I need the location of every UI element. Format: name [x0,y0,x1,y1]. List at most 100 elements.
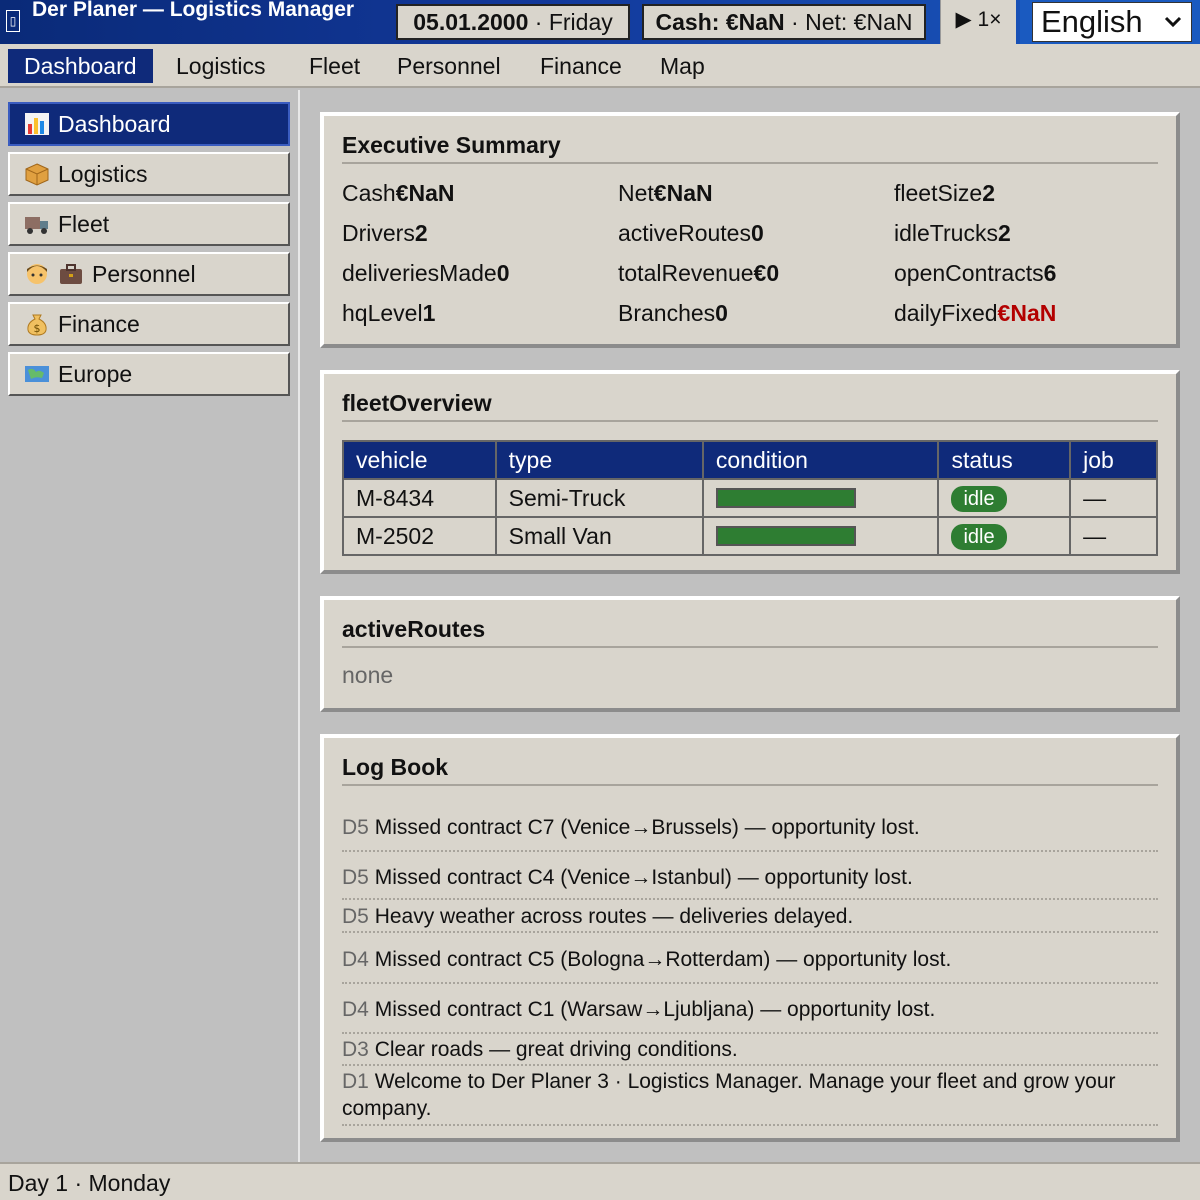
cell-vehicle: M-2502 [342,516,497,556]
sidebar-item-logistics[interactable]: Logistics [8,152,290,196]
sidebar-item-fleet[interactable]: Fleet [8,202,290,246]
column-header-status[interactable]: status [937,440,1072,480]
log-text: Missed contract C7 (Venice→Brussels) — o… [374,816,920,839]
status-badge: idle [951,486,1007,512]
log-day: D1 [342,1070,369,1093]
cash-value: Cash: €NaN [655,9,785,35]
sidebar-item-finance[interactable]: $ Finance [8,302,290,346]
table-header-row: vehicle type condition status job [342,440,1158,480]
log-entry: D4 Missed contract C5 (Bologna→Rotterdam… [342,946,1158,984]
weekday-value: Friday [548,9,613,35]
package-icon [25,163,49,186]
cell-type: Small Van [494,516,704,556]
language-select[interactable]: English [1032,2,1192,42]
log-text: Heavy weather across routes — deliveries… [374,905,854,928]
log-day: D3 [342,1038,369,1061]
stat-cash: Cash€NaN [342,180,455,206]
chevron-down-icon [1164,16,1182,28]
speed-button[interactable]: ▶ 1× [940,0,1016,44]
sidebar-item-label: Logistics [58,161,148,187]
stat-open-contracts: openContracts6 [894,260,1057,286]
menu-item-map[interactable]: Map [644,49,721,83]
chart-icon [25,113,49,135]
language-value: English [1041,4,1143,39]
cash-display: Cash: €NaN · Net: €NaN [642,4,926,40]
menu-item-dashboard[interactable]: Dashboard [8,49,153,83]
column-header-condition[interactable]: condition [701,440,940,480]
menu-item-finance[interactable]: Finance [524,49,638,83]
log-day: D5 [342,905,369,928]
panel-title: Log Book [342,752,1158,786]
condition-bar [715,526,856,546]
money-bag-icon: $ [27,314,47,336]
stat-idle-trucks: idleTrucks2 [894,220,1011,246]
title-bar: ▯ Der Planer — Logistics Manager 05.01.2… [0,0,1200,44]
app-title: Der Planer — Logistics Manager [32,0,355,21]
log-entry: D4 Missed contract C1 (Warsaw→Ljubljana)… [342,996,1158,1034]
log-entry: D3 Clear roads — great driving condition… [342,1036,1158,1066]
briefcase-icon [60,264,82,284]
empty-state-text: none [342,662,394,688]
sidebar: Dashboard Logistics Fleet Personnel $ Fi… [0,90,300,1162]
log-book-panel: Log Book D5 Missed contract C7 (Venice→B… [320,734,1180,1142]
log-entry: D5 Heavy weather across routes — deliver… [342,903,1158,933]
fleet-overview-panel: fleetOverview vehicle type condition sta… [320,370,1180,574]
cell-condition [701,478,940,518]
date-display: 05.01.2000 · Friday [396,4,630,40]
log-text: Welcome to Der Planer 3 · Logistics Mana… [342,1070,1116,1120]
log-entry: D1 Welcome to Der Planer 3 · Logistics M… [342,1068,1158,1126]
sidebar-item-personnel[interactable]: Personnel [8,252,290,296]
cell-type: Semi-Truck [494,478,704,518]
sidebar-item-europe[interactable]: Europe [8,352,290,396]
stat-deliveries-made: deliveriesMade0 [342,260,510,286]
cell-job: — [1069,516,1158,556]
svg-text:$: $ [34,322,41,335]
column-header-vehicle[interactable]: vehicle [342,440,497,480]
log-day: D5 [342,866,369,889]
menu-item-logistics[interactable]: Logistics [160,49,281,83]
truck-icon [25,217,48,234]
executive-summary-panel: Executive Summary Cash€NaN Net€NaN fleet… [320,112,1180,348]
cell-condition [701,516,940,556]
sidebar-item-label: Personnel [92,261,196,287]
log-entry: D5 Missed contract C4 (Venice→Istanbul) … [342,864,1158,900]
panel-title: fleetOverview [342,388,1158,422]
menu-bar: Dashboard Logistics Fleet Personnel Fina… [0,44,1200,88]
fleet-table: vehicle type condition status job M-8434… [342,440,1158,556]
stat-branches: Branches0 [618,300,728,326]
cell-status: idle [937,516,1072,556]
table-row[interactable]: M-2502 Small Van idle — [342,516,1158,556]
language-area: English [1020,0,1200,44]
stat-hq-level: hqLevel1 [342,300,436,326]
panel-title: Executive Summary [342,130,1158,164]
log-day: D4 [342,948,369,971]
table-row[interactable]: M-8434 Semi-Truck idle — [342,478,1158,518]
menu-item-personnel[interactable]: Personnel [381,49,517,83]
cell-job: — [1069,478,1158,518]
sidebar-item-label: Europe [58,361,133,387]
cell-vehicle: M-8434 [342,478,497,518]
log-day: D4 [342,998,369,1021]
column-header-type[interactable]: type [494,440,704,480]
stat-daily-fixed: dailyFixed€NaN [894,300,1057,326]
log-text: Missed contract C1 (Warsaw→Ljubljana) — … [374,998,936,1021]
panel-title: activeRoutes [342,614,1158,648]
menu-item-fleet[interactable]: Fleet [293,49,376,83]
app-icon: ▯ [6,10,20,32]
stat-net: Net€NaN [618,180,713,206]
stat-total-revenue: totalRevenue€0 [618,260,780,286]
column-header-job[interactable]: job [1069,440,1158,480]
stat-active-routes: activeRoutes0 [618,220,764,246]
date-value: 05.01.2000 [413,9,529,35]
person-icon [27,264,47,284]
net-value: Net: €NaN [805,9,913,35]
sidebar-item-label: Fleet [58,211,110,237]
log-text: Missed contract C5 (Bologna→Rotterdam) —… [374,948,952,971]
sidebar-item-dashboard[interactable]: Dashboard [8,102,290,146]
log-text: Clear roads — great driving conditions. [374,1038,738,1061]
sidebar-item-label: Dashboard [58,111,171,137]
log-text: Missed contract C4 (Venice→Istanbul) — o… [374,866,913,889]
log-day: D5 [342,816,369,839]
status-badge: idle [951,524,1007,550]
log-entry: D5 Missed contract C7 (Venice→Brussels) … [342,814,1158,852]
